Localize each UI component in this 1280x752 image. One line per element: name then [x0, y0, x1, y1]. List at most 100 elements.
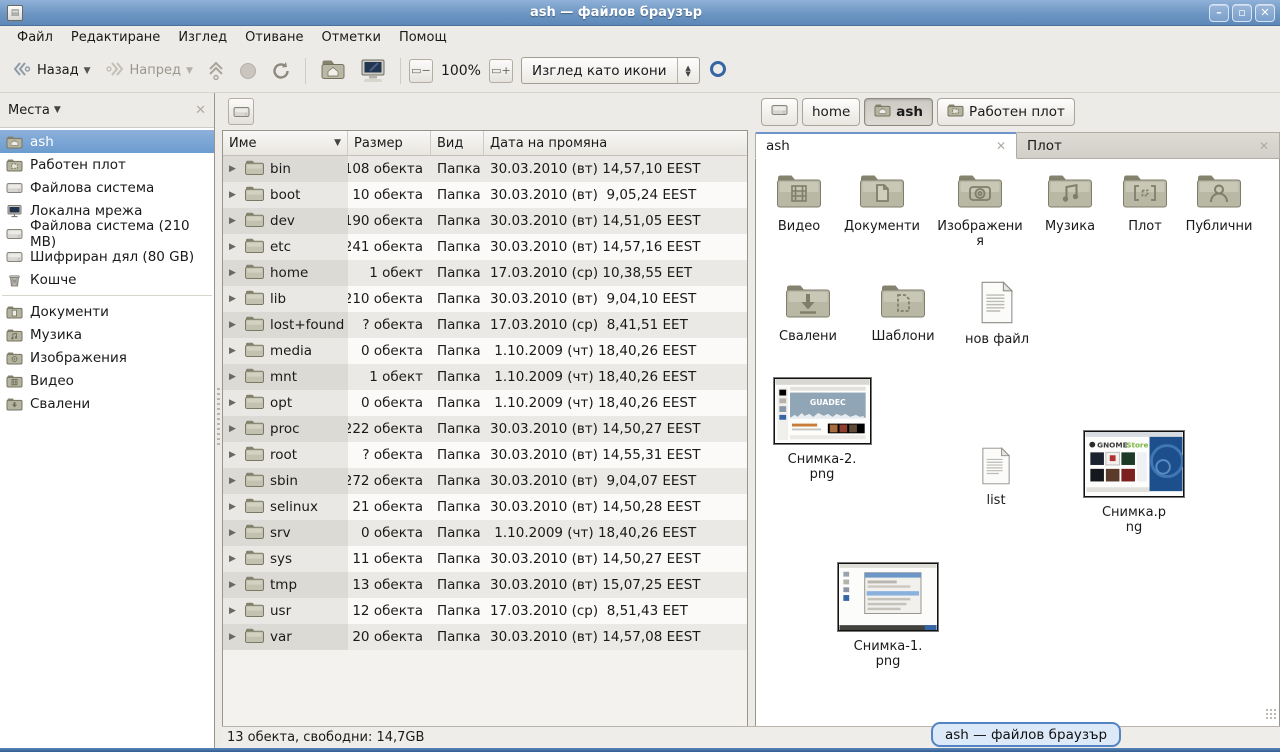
- pane-splitter[interactable]: [748, 93, 755, 726]
- list-item-Документи[interactable]: Документи: [830, 171, 934, 234]
- table-row-boot[interactable]: ▶boot 10 обекта Папка 30.03.2010 (вт) 9,…: [223, 182, 747, 208]
- breadcrumb-root[interactable]: [761, 98, 798, 126]
- breadcrumb-ash[interactable]: ash: [864, 98, 933, 126]
- expander-icon[interactable]: ▶: [229, 320, 239, 330]
- table-row-lost+found[interactable]: ▶lost+found ? обекта Папка 17.03.2010 (с…: [223, 312, 747, 338]
- table-row-bin[interactable]: ▶bin 108 обекта Папка 30.03.2010 (вт) 14…: [223, 156, 747, 182]
- sidebar-item-Музика[interactable]: Музика: [0, 323, 214, 346]
- expander-icon[interactable]: ▶: [229, 268, 239, 278]
- table-row-proc[interactable]: ▶proc 222 обекта Папка 30.03.2010 (вт) 1…: [223, 416, 747, 442]
- list-item-нов файл[interactable]: нов файл: [962, 281, 1032, 347]
- expander-icon[interactable]: ▶: [229, 242, 239, 252]
- sidebar-item-Кошче[interactable]: Кошче: [0, 268, 214, 291]
- table-row-opt[interactable]: ▶opt 0 обекта Папка 1.10.2009 (чт) 18,40…: [223, 390, 747, 416]
- sidebar-item-Видео[interactable]: Видео: [0, 369, 214, 392]
- list-item-list[interactable]: list: [968, 447, 1024, 508]
- expander-icon[interactable]: ▶: [229, 606, 239, 616]
- table-row-tmp[interactable]: ▶tmp 13 обекта Папка 30.03.2010 (вт) 15,…: [223, 572, 747, 598]
- expander-icon[interactable]: ▶: [229, 424, 239, 434]
- back-history-caret-icon[interactable]: ▼: [84, 66, 91, 76]
- sidebar-item-Изображения[interactable]: Изображения: [0, 346, 214, 369]
- list-item-Шаблони[interactable]: Шаблони: [864, 281, 942, 344]
- forward-button[interactable]: Напред ▼: [99, 57, 199, 85]
- sidebar-item-Документи[interactable]: Документи: [0, 300, 214, 323]
- sidebar-item-Файлова система[interactable]: Файлова система: [0, 176, 214, 199]
- view-mode-select[interactable]: Изглед като икони ▲▼: [521, 57, 700, 84]
- column-header-kind[interactable]: Вид: [431, 131, 484, 155]
- computer-button[interactable]: [354, 55, 392, 87]
- expander-icon[interactable]: ▶: [229, 398, 239, 408]
- expander-icon[interactable]: ▶: [229, 346, 239, 356]
- table-row-var[interactable]: ▶var 20 обекта Папка 30.03.2010 (вт) 14,…: [223, 624, 747, 650]
- tab-Плот[interactable]: Плот ✕: [1017, 132, 1280, 159]
- sidebar-splitter[interactable]: [215, 93, 222, 748]
- places-dropdown-icon[interactable]: ▼: [54, 105, 61, 115]
- places-close-icon[interactable]: ✕: [195, 103, 206, 118]
- expander-icon[interactable]: ▶: [229, 528, 239, 538]
- menu-0[interactable]: Файл: [8, 28, 62, 47]
- table-row-media[interactable]: ▶media 0 обекта Папка 1.10.2009 (чт) 18,…: [223, 338, 747, 364]
- breadcrumb-Работен плот[interactable]: Работен плот: [937, 98, 1075, 126]
- list-item-Снимка.png[interactable]: GNOMEStore Снимка.png: [1082, 431, 1186, 535]
- zoom-in-button[interactable]: ▭+: [489, 59, 513, 83]
- taskbar-window-button[interactable]: ash — файлов браузър: [931, 722, 1121, 747]
- resize-grip[interactable]: [1265, 708, 1277, 720]
- table-row-etc[interactable]: ▶etc 241 обекта Папка 30.03.2010 (вт) 14…: [223, 234, 747, 260]
- table-row-srv[interactable]: ▶srv 0 обекта Папка 1.10.2009 (чт) 18,40…: [223, 520, 747, 546]
- list-item-Плот[interactable]: Плот: [1114, 171, 1176, 234]
- expander-icon[interactable]: ▶: [229, 372, 239, 382]
- table-row-sys[interactable]: ▶sys 11 обекта Папка 30.03.2010 (вт) 14,…: [223, 546, 747, 572]
- expander-icon[interactable]: ▶: [229, 580, 239, 590]
- column-header-size[interactable]: Размер: [348, 131, 431, 155]
- sidebar-item-Свалени[interactable]: Свалени: [0, 392, 214, 415]
- menu-5[interactable]: Помощ: [390, 28, 456, 47]
- home-button[interactable]: [314, 54, 352, 88]
- column-header-date[interactable]: Дата на промяна: [484, 131, 747, 155]
- menu-1[interactable]: Редактиране: [62, 28, 169, 47]
- maximize-button[interactable]: ▫: [1232, 4, 1252, 22]
- tab-close-icon[interactable]: ✕: [1259, 139, 1269, 153]
- expander-icon[interactable]: ▶: [229, 476, 239, 486]
- expander-icon[interactable]: ▶: [229, 502, 239, 512]
- table-row-selinux[interactable]: ▶selinux 21 обекта Папка 30.03.2010 (вт)…: [223, 494, 747, 520]
- list-item-Снимка-1.png[interactable]: Снимка-1.png: [836, 563, 940, 669]
- table-row-dev[interactable]: ▶dev 190 обекта Папка 30.03.2010 (вт) 14…: [223, 208, 747, 234]
- expander-icon[interactable]: ▶: [229, 632, 239, 642]
- zoom-out-button[interactable]: ▭−: [409, 59, 433, 83]
- table-row-lib[interactable]: ▶lib 210 обекта Папка 30.03.2010 (вт) 9,…: [223, 286, 747, 312]
- sidebar-item-ash[interactable]: ash: [0, 130, 214, 153]
- list-item-Снимка-2.png[interactable]: GUADEC Снимка-2.png: [770, 378, 874, 482]
- list-item-Свалени[interactable]: Свалени: [772, 281, 844, 344]
- tree-root-button[interactable]: [228, 98, 254, 125]
- places-header[interactable]: Места: [8, 103, 50, 118]
- sidebar-item-Файлова система (210 MB)[interactable]: Файлова система (210 MB): [0, 222, 214, 245]
- breadcrumb-home[interactable]: home: [802, 98, 860, 126]
- table-row-mnt[interactable]: ▶mnt 1 обект Папка 1.10.2009 (чт) 18,40,…: [223, 364, 747, 390]
- sidebar-item-Работен плот[interactable]: Работен плот: [0, 153, 214, 176]
- expander-icon[interactable]: ▶: [229, 216, 239, 226]
- up-button[interactable]: [201, 57, 231, 85]
- table-row-usr[interactable]: ▶usr 12 обекта Папка 17.03.2010 (ср) 8,5…: [223, 598, 747, 624]
- expander-icon[interactable]: ▶: [229, 294, 239, 304]
- close-button[interactable]: ✕: [1255, 4, 1275, 22]
- stop-button[interactable]: [233, 58, 263, 84]
- menu-3[interactable]: Отиване: [236, 28, 312, 47]
- expander-icon[interactable]: ▶: [229, 554, 239, 564]
- view-mode-spinner-icon[interactable]: ▲▼: [677, 58, 699, 83]
- tab-ash[interactable]: ash ✕: [755, 132, 1017, 159]
- back-button[interactable]: Назад ▼: [6, 57, 97, 85]
- column-header-name[interactable]: Име▼: [223, 131, 348, 155]
- sidebar-item-Шифриран дял (80 GB)[interactable]: Шифриран дял (80 GB): [0, 245, 214, 268]
- minimize-button[interactable]: –: [1209, 4, 1229, 22]
- table-row-home[interactable]: ▶home 1 обект Папка 17.03.2010 (ср) 10,3…: [223, 260, 747, 286]
- expander-icon[interactable]: ▶: [229, 190, 239, 200]
- table-row-root[interactable]: ▶root ? обекта Папка 30.03.2010 (вт) 14,…: [223, 442, 747, 468]
- expander-icon[interactable]: ▶: [229, 164, 239, 174]
- menu-4[interactable]: Отметки: [312, 28, 389, 47]
- expander-icon[interactable]: ▶: [229, 450, 239, 460]
- list-item-Изображения[interactable]: Изображения: [934, 171, 1026, 249]
- search-button[interactable]: [702, 55, 738, 87]
- tab-close-icon[interactable]: ✕: [996, 139, 1006, 153]
- list-item-Музика[interactable]: Музика: [1026, 171, 1114, 234]
- list-item-Видео[interactable]: Видео: [768, 171, 830, 234]
